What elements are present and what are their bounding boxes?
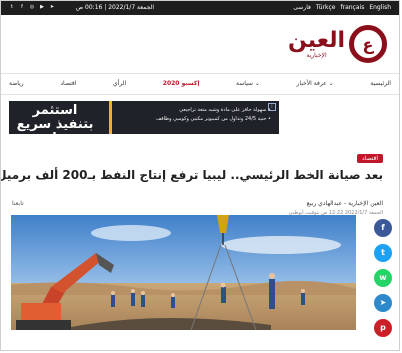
whatsapp-share-icon[interactable]: w (374, 269, 392, 287)
logo-name: العين (288, 27, 345, 53)
nav-divider (1, 94, 399, 95)
date-display: الجمعة 2022/1/7 | 00:16 ص (75, 4, 154, 11)
telegram-share-icon[interactable]: ➤ (374, 294, 392, 312)
nav-item-expo[interactable]: إكسبو 2020 (163, 80, 200, 92)
follow-link[interactable]: تابعنا (12, 200, 24, 207)
nav-item-economy[interactable]: اقتصاد (60, 80, 76, 92)
article-image (11, 215, 356, 330)
social-links: t f ◎ ▶ ➤ (9, 4, 55, 10)
header-divider (1, 73, 399, 74)
page-frame: t f ◎ ▶ ➤ الجمعة 2022/1/7 | 00:16 ص فارس… (0, 0, 400, 351)
nav-item-sports[interactable]: رياضة (9, 80, 24, 92)
telegram-icon[interactable]: ➤ (49, 4, 55, 10)
ad-text: • سهولة حافز على مادة وشبه متعة تراجيعي … (101, 106, 271, 124)
pinterest-share-icon[interactable]: p (374, 319, 392, 337)
language-link[interactable]: français (341, 4, 365, 11)
logo-mark: ع (349, 25, 387, 63)
ad-banner[interactable]: استثمر بتنفيذ سريع ومباشر • سهولة حافز ع… (9, 101, 279, 134)
facebook-share-icon[interactable]: f (374, 219, 392, 237)
oilfield-photo (11, 215, 356, 330)
site-logo[interactable]: ع العين الإخبارية (288, 25, 387, 63)
category-badge[interactable]: اقتصاد (356, 154, 383, 163)
logo-subtitle: الإخبارية (306, 51, 327, 59)
ad-headline: استثمر بتنفيذ سريع ومباشر (16, 103, 94, 135)
nav-item-home[interactable]: الرئيسية (370, 80, 391, 92)
nav-item-news[interactable]: عرفة الأخبار ⌄ (297, 80, 334, 92)
article-author[interactable]: العين الإخبارية - عبدالهادي ربيع (307, 200, 383, 207)
nav-item-opinion[interactable]: الرأي (113, 80, 126, 92)
ad-line: • سهولة حافز على مادة وشبه متعة تراجيعي (179, 107, 271, 113)
language-link[interactable]: فارسی (293, 4, 311, 11)
language-switcher: فارسی Türkçe français English (293, 4, 391, 11)
language-link[interactable]: Türkçe (316, 4, 336, 11)
instagram-icon[interactable]: ◎ (29, 4, 35, 10)
twitter-share-icon[interactable]: t (374, 244, 392, 262)
nav-item-politics[interactable]: سياسة ⌄ (236, 80, 260, 92)
facebook-icon[interactable]: f (19, 4, 25, 10)
top-bar: t f ◎ ▶ ➤ الجمعة 2022/1/7 | 00:16 ص فارس… (1, 1, 399, 15)
logo-text: العين الإخبارية (288, 27, 345, 59)
ad-line: • حنية 24/5 وتداول من كمبيوتر مكتبي وكوم… (156, 116, 271, 122)
ad-info-icon[interactable]: i (268, 103, 276, 111)
language-link[interactable]: English (369, 4, 391, 11)
share-bar: f t w ➤ p (374, 219, 392, 337)
youtube-icon[interactable]: ▶ (39, 4, 45, 10)
article-title: بعد صيانة الخط الرئيسي.. ليبيا ترفع إنتا… (1, 168, 383, 182)
twitter-icon[interactable]: t (9, 4, 15, 10)
main-nav: الرئيسية عرفة الأخبار ⌄ سياسة ⌄ إكسبو 20… (9, 80, 391, 92)
